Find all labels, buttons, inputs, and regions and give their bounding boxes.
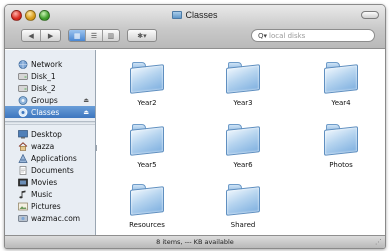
back-arrow-icon: ◀	[28, 31, 34, 40]
sidebar-item-movies[interactable]: Movies	[5, 176, 95, 188]
music-icon	[18, 190, 28, 199]
folder-icon	[324, 62, 358, 94]
column-view-icon: ▥	[107, 31, 115, 40]
folder-icon	[172, 11, 183, 19]
gear-icon: ✱▾	[137, 31, 147, 40]
server-volume-icon	[18, 107, 28, 117]
icon-view-icon: ▦	[73, 31, 81, 40]
window-title-text: Classes	[185, 10, 218, 20]
forward-button[interactable]: ▶	[41, 30, 60, 41]
folder-icon	[324, 124, 358, 156]
server-volume-icon	[18, 95, 28, 105]
search-input[interactable]	[269, 31, 365, 40]
folder-photos[interactable]: Photos	[306, 124, 376, 169]
folder-icon	[226, 184, 260, 216]
sidebar-item-network[interactable]: Network	[5, 58, 95, 70]
list-view-icon: ☰	[90, 31, 98, 40]
resize-grip-icon[interactable]: ⋰	[375, 238, 382, 246]
folder-label: Resources	[129, 221, 165, 229]
folder-label: Photos	[329, 161, 353, 169]
sidebar-item-groups[interactable]: Groups ⏏	[5, 94, 95, 106]
idisk-icon	[18, 214, 28, 223]
sidebar-divider	[5, 121, 95, 125]
sidebar-item-disk-2[interactable]: Disk_2	[5, 82, 95, 94]
network-globe-icon	[18, 59, 28, 69]
movies-icon	[18, 178, 28, 187]
folder-label: Shared	[230, 221, 256, 229]
applications-icon	[18, 153, 28, 163]
back-button[interactable]: ◀	[22, 30, 42, 41]
view-mode-group: ▦ ☰ ▥	[68, 29, 120, 42]
folder-icon	[130, 124, 164, 156]
sidebar-item-documents[interactable]: Documents	[5, 164, 95, 176]
list-view-button[interactable]: ☰	[86, 30, 103, 41]
eject-icon[interactable]: ⏏	[83, 109, 89, 116]
pictures-icon	[18, 202, 28, 211]
toolbar-toggle-button[interactable]	[361, 11, 379, 19]
folder-year3[interactable]: Year3	[208, 62, 278, 107]
sidebar-item-wazza[interactable]: wazza	[5, 140, 95, 152]
folder-year2[interactable]: Year2	[112, 62, 182, 107]
folder-year5[interactable]: Year5	[112, 124, 182, 169]
disk-icon	[18, 72, 28, 81]
sidebar-item-classes[interactable]: Classes ⏏	[5, 106, 95, 118]
eject-icon[interactable]: ⏏	[83, 97, 89, 104]
status-bar: 8 items, --- KB available ⋰	[5, 235, 385, 248]
folder-label: Year6	[233, 161, 253, 169]
sidebar-item-music[interactable]: Music	[5, 188, 95, 200]
search-field[interactable]: Q▾	[251, 29, 375, 42]
folder-icon	[130, 62, 164, 94]
sidebar-item-applications[interactable]: Applications	[5, 152, 95, 164]
sidebar-item-desktop[interactable]: Desktop	[5, 128, 95, 140]
desktop-icon	[18, 129, 28, 139]
folder-resources[interactable]: Resources	[112, 184, 182, 229]
icon-view: Year2 Year3 Year4 Year5 Year6 Photos Res…	[97, 50, 385, 235]
window-title: Classes	[5, 10, 385, 20]
title-bar[interactable]: Classes ◀ ▶ ▦ ☰ ▥ ✱▾ Q▾	[5, 5, 385, 49]
folder-shared[interactable]: Shared	[208, 184, 278, 229]
sidebar-item-wazmac-com[interactable]: wazmac.com	[5, 212, 95, 224]
folder-label: Year2	[137, 99, 157, 107]
disk-icon	[18, 84, 28, 93]
folder-year4[interactable]: Year4	[306, 62, 376, 107]
folder-year6[interactable]: Year6	[208, 124, 278, 169]
finder-window: Classes ◀ ▶ ▦ ☰ ▥ ✱▾ Q▾ Network	[4, 4, 386, 249]
home-icon	[18, 141, 28, 151]
back-forward-group: ◀ ▶	[21, 29, 61, 42]
action-menu-button[interactable]: ✱▾	[127, 29, 157, 42]
sidebar-item-pictures[interactable]: Pictures	[5, 200, 95, 212]
folder-icon	[130, 184, 164, 216]
folder-label: Year3	[233, 99, 253, 107]
folder-icon	[226, 124, 260, 156]
forward-arrow-icon: ▶	[47, 31, 54, 40]
folder-label: Year5	[137, 161, 157, 169]
column-view-button[interactable]: ▥	[103, 30, 119, 41]
search-icon[interactable]: Q▾	[258, 32, 267, 40]
status-text: 8 items, --- KB available	[156, 238, 234, 246]
sidebar-item-disk-1[interactable]: Disk_1	[5, 70, 95, 82]
sidebar: Network Disk_1 Disk_2 Groups ⏏ Classes ⏏…	[5, 50, 96, 235]
documents-icon	[18, 165, 28, 175]
folder-icon	[226, 62, 260, 94]
folder-label: Year4	[331, 99, 351, 107]
icon-view-button[interactable]: ▦	[69, 30, 87, 41]
action-menu-segment[interactable]: ✱▾	[128, 30, 156, 41]
